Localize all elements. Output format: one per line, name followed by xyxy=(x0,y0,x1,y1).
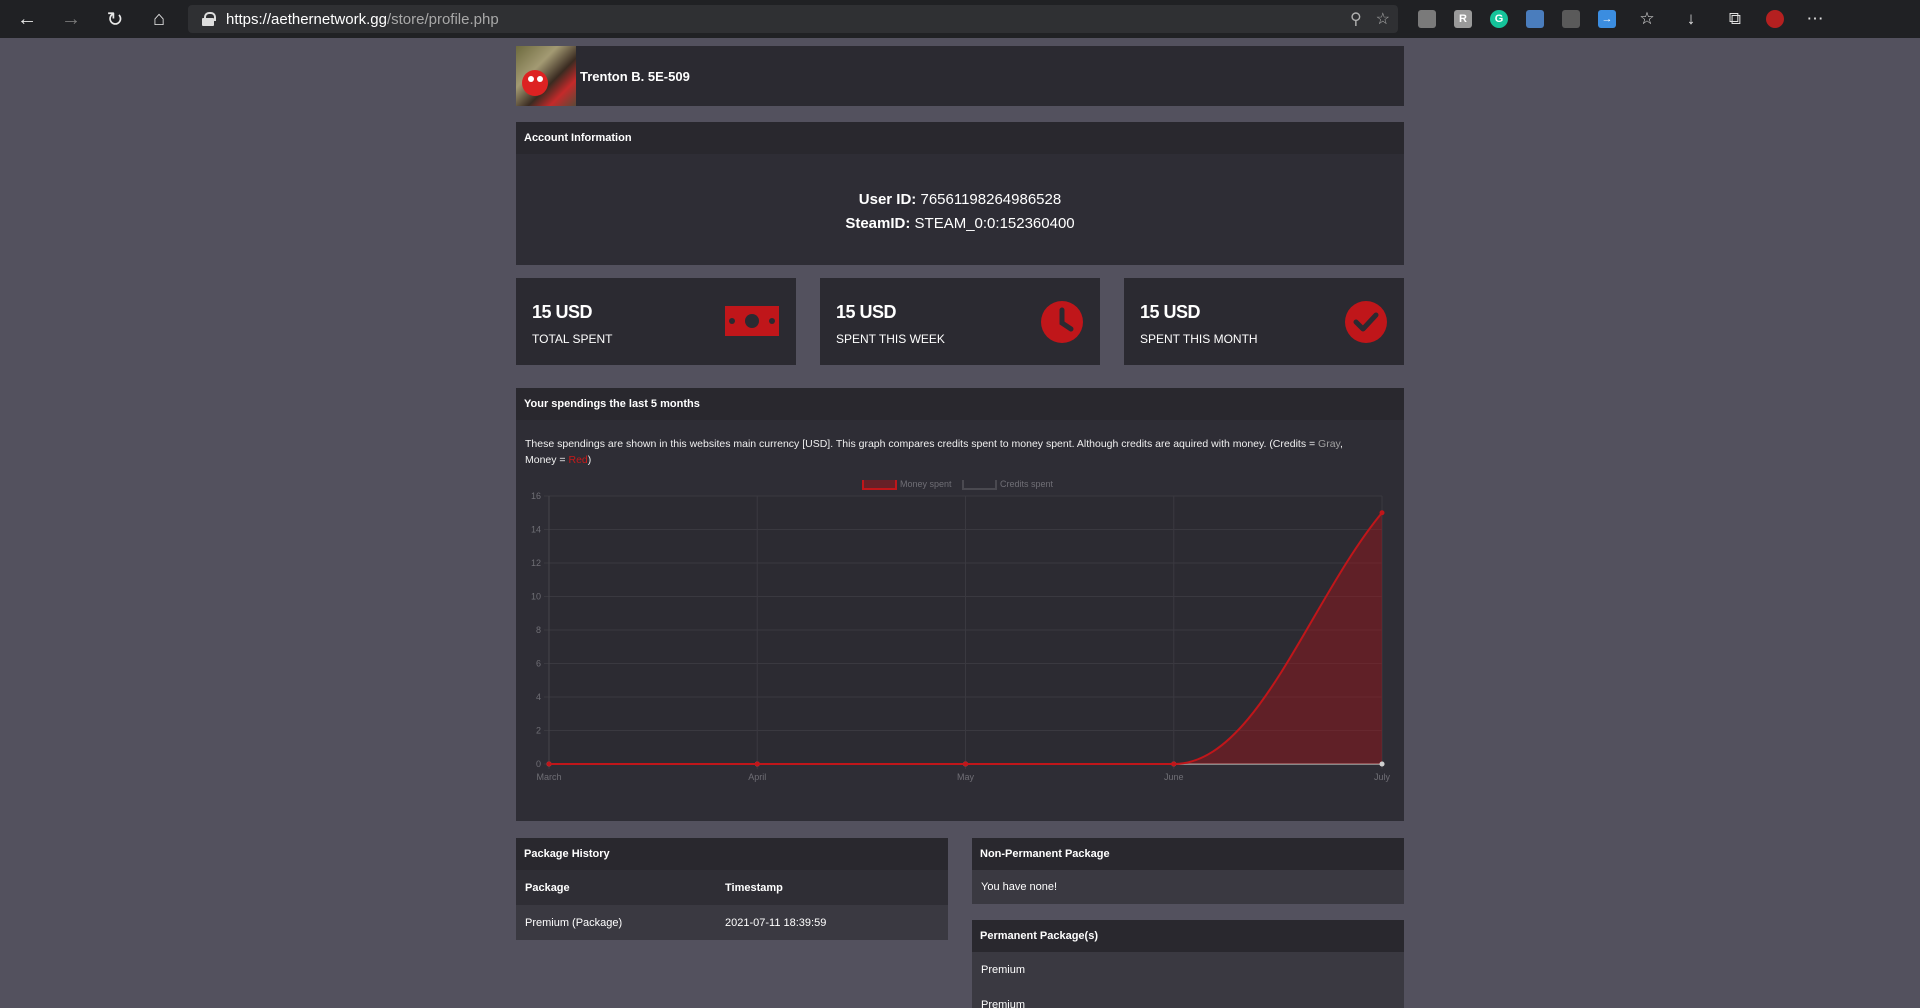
legend-label-credits: Credits spent xyxy=(1000,480,1054,489)
check-icon xyxy=(1345,301,1387,343)
list-item: Premium xyxy=(972,952,1404,987)
column-header-package: Package xyxy=(525,881,570,894)
cell-package: Premium (Package) xyxy=(525,916,623,929)
data-point-money xyxy=(546,761,552,767)
url-path: /store/profile.php xyxy=(386,10,499,28)
x-tick-label: June xyxy=(1164,772,1184,782)
browser-toolbar: ← → ↻ ⌂ https://aethernetwork.gg/store/p… xyxy=(0,0,1920,38)
y-tick-label: 14 xyxy=(531,525,541,535)
collections-icon[interactable] xyxy=(1418,10,1436,28)
favorites-icon[interactable]: ☆ xyxy=(1634,9,1660,29)
more-icon[interactable]: ⋯ xyxy=(1802,9,1828,29)
stat-label: SPENT THIS WEEK xyxy=(836,332,945,346)
y-tick-label: 10 xyxy=(531,592,541,602)
address-bar[interactable]: https://aethernetwork.gg/store/profile.p… xyxy=(188,5,1398,33)
add-favorite-icon[interactable]: ☆ xyxy=(1376,9,1390,29)
section-title: Non-Permanent Package xyxy=(972,838,1404,870)
list-item: Premium xyxy=(972,987,1404,1008)
grammarly-icon[interactable]: G xyxy=(1490,10,1508,28)
profile-bar: Trenton B. 5E-509 xyxy=(516,46,1404,106)
desc-text: These spendings are shown in this websit… xyxy=(525,438,1319,450)
legend-label-money: Money spent xyxy=(900,480,952,489)
section-title: Your spendings the last 5 months xyxy=(516,388,1404,420)
section-title: Package History xyxy=(516,838,948,870)
image-icon[interactable] xyxy=(1526,10,1544,28)
steam-id-label: SteamID: xyxy=(845,215,911,232)
graph-description: These spendings are shown in this websit… xyxy=(516,420,1404,468)
non-permanent-panel: Non-Permanent Package You have none! xyxy=(972,838,1404,904)
money-icon xyxy=(725,306,779,336)
stat-label: SPENT THIS MONTH xyxy=(1140,332,1258,346)
legend-swatch-money xyxy=(862,478,897,490)
downloads-icon[interactable]: ↓ xyxy=(1678,9,1704,29)
user-id-value: 76561198264986528 xyxy=(920,191,1062,208)
data-point-money xyxy=(963,761,968,767)
home-icon[interactable]: ⌂ xyxy=(137,0,181,38)
url-text[interactable]: https://aethernetwork.gg/store/profile.p… xyxy=(226,11,499,28)
x-tick-label: May xyxy=(957,772,975,782)
y-tick-label: 4 xyxy=(536,692,541,702)
profile-name: Trenton B. 5E-509 xyxy=(580,68,690,84)
url-host: https://aethernetwork.gg xyxy=(226,10,387,28)
stat-value: 15 USD xyxy=(532,302,593,322)
x-tick-label: March xyxy=(536,772,561,782)
data-point-money xyxy=(1379,510,1385,516)
permanent-panel: Permanent Package(s) Premium Premium xyxy=(972,920,1404,1008)
data-point-money xyxy=(754,761,760,767)
data-point-money xyxy=(1171,761,1177,767)
table-header-row: Package Timestamp xyxy=(516,870,948,905)
y-tick-label: 8 xyxy=(536,625,541,635)
stat-card-month: 15 USD SPENT THIS MONTH xyxy=(1124,278,1404,365)
avatar xyxy=(516,46,576,106)
column-header-timestamp: Timestamp xyxy=(725,881,783,894)
stat-value: 15 USD xyxy=(1140,302,1201,322)
forward-icon[interactable]: → xyxy=(49,0,93,38)
section-title: Account Information xyxy=(516,122,1404,154)
user-id-label: User ID: xyxy=(858,191,917,208)
y-tick-label: 16 xyxy=(531,491,541,501)
key-icon[interactable]: → xyxy=(1598,10,1616,28)
stat-label: TOTAL SPENT xyxy=(532,332,613,346)
zoom-icon[interactable]: ⚲ xyxy=(1350,9,1362,29)
profile-icon[interactable] xyxy=(1766,10,1784,28)
y-tick-label: 2 xyxy=(536,726,541,736)
reader-icon[interactable]: R xyxy=(1454,10,1472,28)
spendings-panel: Your spendings the last 5 months These s… xyxy=(516,388,1404,821)
y-tick-label: 6 xyxy=(536,659,541,669)
collections-icon[interactable]: ⧉ xyxy=(1722,9,1748,29)
table-row: Premium (Package) 2021-07-11 18:39:59 xyxy=(516,905,948,940)
desc-text: Money = xyxy=(525,454,569,466)
steam-id-line: SteamID: STEAM_0:0:152360400 xyxy=(516,212,1404,236)
stat-value: 15 USD xyxy=(836,302,897,322)
desc-gray: Gray xyxy=(1318,438,1341,450)
desc-text: , xyxy=(1340,438,1343,450)
lock-icon[interactable] xyxy=(202,12,216,26)
stat-card-total: 15 USD TOTAL SPENT xyxy=(516,278,796,365)
cell-timestamp: 2021-07-11 18:39:59 xyxy=(725,916,827,929)
tab-icon[interactable] xyxy=(1562,10,1580,28)
x-tick-label: July xyxy=(1374,772,1391,782)
y-tick-label: 12 xyxy=(531,558,541,568)
chart-svg: 0 2 4 6 8 10 12 14 16 March April May June July Money … xyxy=(531,478,1391,782)
package-history-panel: Package History Package Timestamp Premiu… xyxy=(516,838,948,940)
stat-card-week: 15 USD SPENT THIS WEEK xyxy=(820,278,1100,365)
section-title: Permanent Package(s) xyxy=(972,920,1404,952)
data-point-credits xyxy=(1379,761,1385,767)
user-id-line: User ID: 76561198264986528 xyxy=(516,188,1404,212)
desc-red: Red xyxy=(568,454,588,466)
legend-swatch-credits xyxy=(962,478,997,490)
x-tick-label: April xyxy=(748,772,766,782)
account-info-panel: Account Information User ID: 76561198264… xyxy=(516,122,1404,265)
clock-icon xyxy=(1041,301,1083,343)
back-icon[interactable]: ← xyxy=(5,0,49,38)
non-permanent-text: You have none! xyxy=(972,870,1404,904)
refresh-icon[interactable]: ↻ xyxy=(93,0,137,38)
y-tick-label: 0 xyxy=(536,759,541,769)
spendings-chart: 0 2 4 6 8 10 12 14 16 March April May June July Money … xyxy=(516,478,1404,821)
steam-id-value: STEAM_0:0:152360400 xyxy=(914,215,1075,232)
desc-text: ) xyxy=(587,454,592,466)
